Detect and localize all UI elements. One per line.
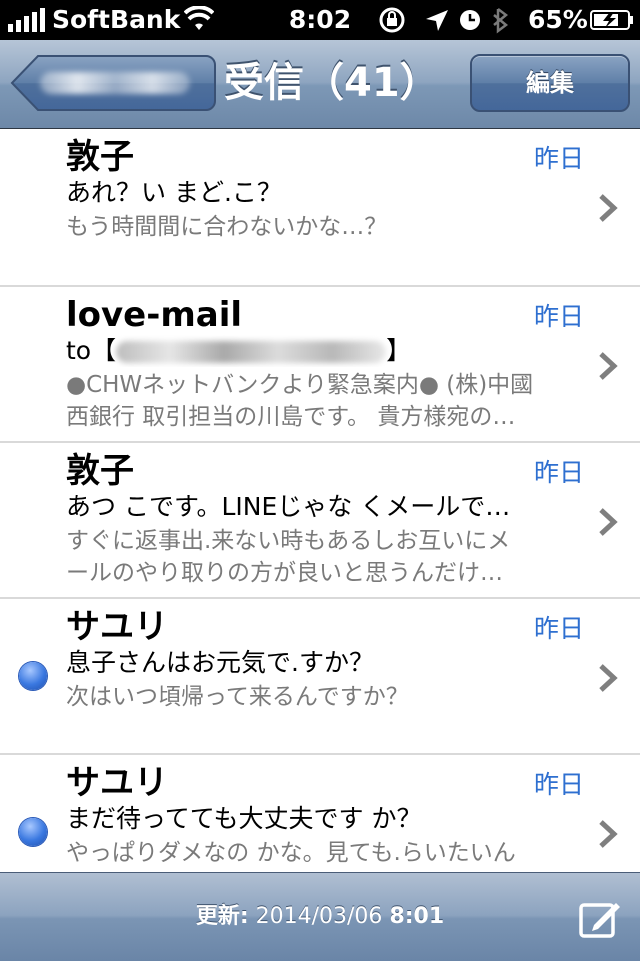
location-arrow-icon (426, 10, 448, 31)
message-row[interactable]: 敦子 昨日 あつ こです。LINEじゃな くメールで… すぐに返事出.来ない時も… (0, 443, 640, 599)
back-button[interactable] (10, 54, 216, 112)
message-date: 昨日 (534, 302, 585, 331)
page-title: 受信（41） (224, 60, 440, 106)
chevron-right-icon (599, 352, 618, 380)
message-sender: 敦子 (66, 137, 134, 177)
message-preview: やっぱりダメなの かな。見ても.らいたいん (66, 840, 516, 866)
unread-dot-icon (19, 662, 47, 690)
message-sender: サユリ (66, 763, 168, 803)
message-row[interactable]: サユリ 昨日 まだ待ってても大丈夫です か？ やっぱりダメなの かな。見ても.ら… (0, 755, 640, 872)
subject-prefix: to【 (66, 336, 117, 365)
message-sender: love-mail (66, 295, 243, 335)
message-date: 昨日 (534, 458, 585, 487)
message-row[interactable]: love-mail 昨日 to【 】 ●CHWネットバンクより緊急案内● (株)中… (0, 287, 640, 443)
subject-suffix: 】 (386, 336, 412, 365)
unread-dot-icon (19, 818, 47, 846)
message-preview: すぐに返事出.来ない時もあるしお互いにメ (66, 528, 511, 554)
message-date: 昨日 (534, 770, 585, 799)
battery-icon (590, 10, 633, 30)
chevron-right-icon (599, 194, 618, 222)
message-date: 昨日 (534, 614, 585, 643)
message-subject: まだ待ってても大丈夫です か？ (66, 804, 422, 833)
blurred-address (116, 341, 387, 363)
updated-time: 8:01 (389, 904, 445, 929)
edit-button[interactable]: 編集 (470, 54, 630, 112)
compose-icon[interactable] (578, 899, 622, 939)
status-bar: SoftBank 8:02 65% (0, 0, 640, 40)
message-subject: あれ？い まど.こ？ (66, 178, 282, 207)
message-preview: ●CHWネットバンクより緊急案内● (株)中國 (66, 372, 534, 398)
message-subject: 息子さんはお元気で.すか？ (66, 648, 374, 677)
message-preview: 次はいつ頃帰って来るんですか？ (66, 684, 409, 710)
message-sender: 敦子 (66, 451, 134, 491)
message-preview-line2: 西銀行 取引担当の川島です。 貴方様宛の… (66, 404, 516, 430)
message-preview: もう時間間に合わないかな…？ (66, 214, 388, 240)
message-date: 昨日 (534, 144, 585, 173)
nav-bar: 受信（41） 編集 (0, 40, 640, 129)
message-list[interactable]: 敦子 昨日 あれ？い まど.こ？ もう時間間に合わないかな…？ love-mai… (0, 129, 640, 872)
status-icons (379, 7, 509, 34)
message-sender: サユリ (66, 607, 168, 647)
battery-percent: 65% (528, 5, 588, 34)
message-row[interactable]: 敦子 昨日 あれ？い まど.こ？ もう時間間に合わないかな…？ (0, 129, 640, 287)
chevron-right-icon (599, 664, 618, 692)
message-subject: あつ こです。LINEじゃな くメールで… (66, 492, 511, 521)
last-updated: 更新: 2014/03/06 8:01 (0, 901, 640, 933)
updated-label: 更新: (195, 904, 249, 929)
rotation-lock-icon (379, 7, 405, 33)
chevron-right-icon (599, 820, 618, 848)
alarm-clock-icon (460, 10, 480, 30)
blurred-mailbox-name (40, 72, 190, 94)
chevron-right-icon (599, 508, 618, 536)
message-subject: to【 】 (66, 335, 586, 367)
bluetooth-icon (493, 8, 509, 34)
message-preview-line2: ールのやり取りの方が良いと思うんだけ… (66, 560, 503, 586)
updated-date: 2014/03/06 (255, 904, 383, 929)
message-row[interactable]: サユリ 昨日 息子さんはお元気で.すか？ 次はいつ頃帰って来るんですか？ (0, 599, 640, 755)
bottom-toolbar: 更新: 2014/03/06 8:01 (0, 872, 640, 961)
